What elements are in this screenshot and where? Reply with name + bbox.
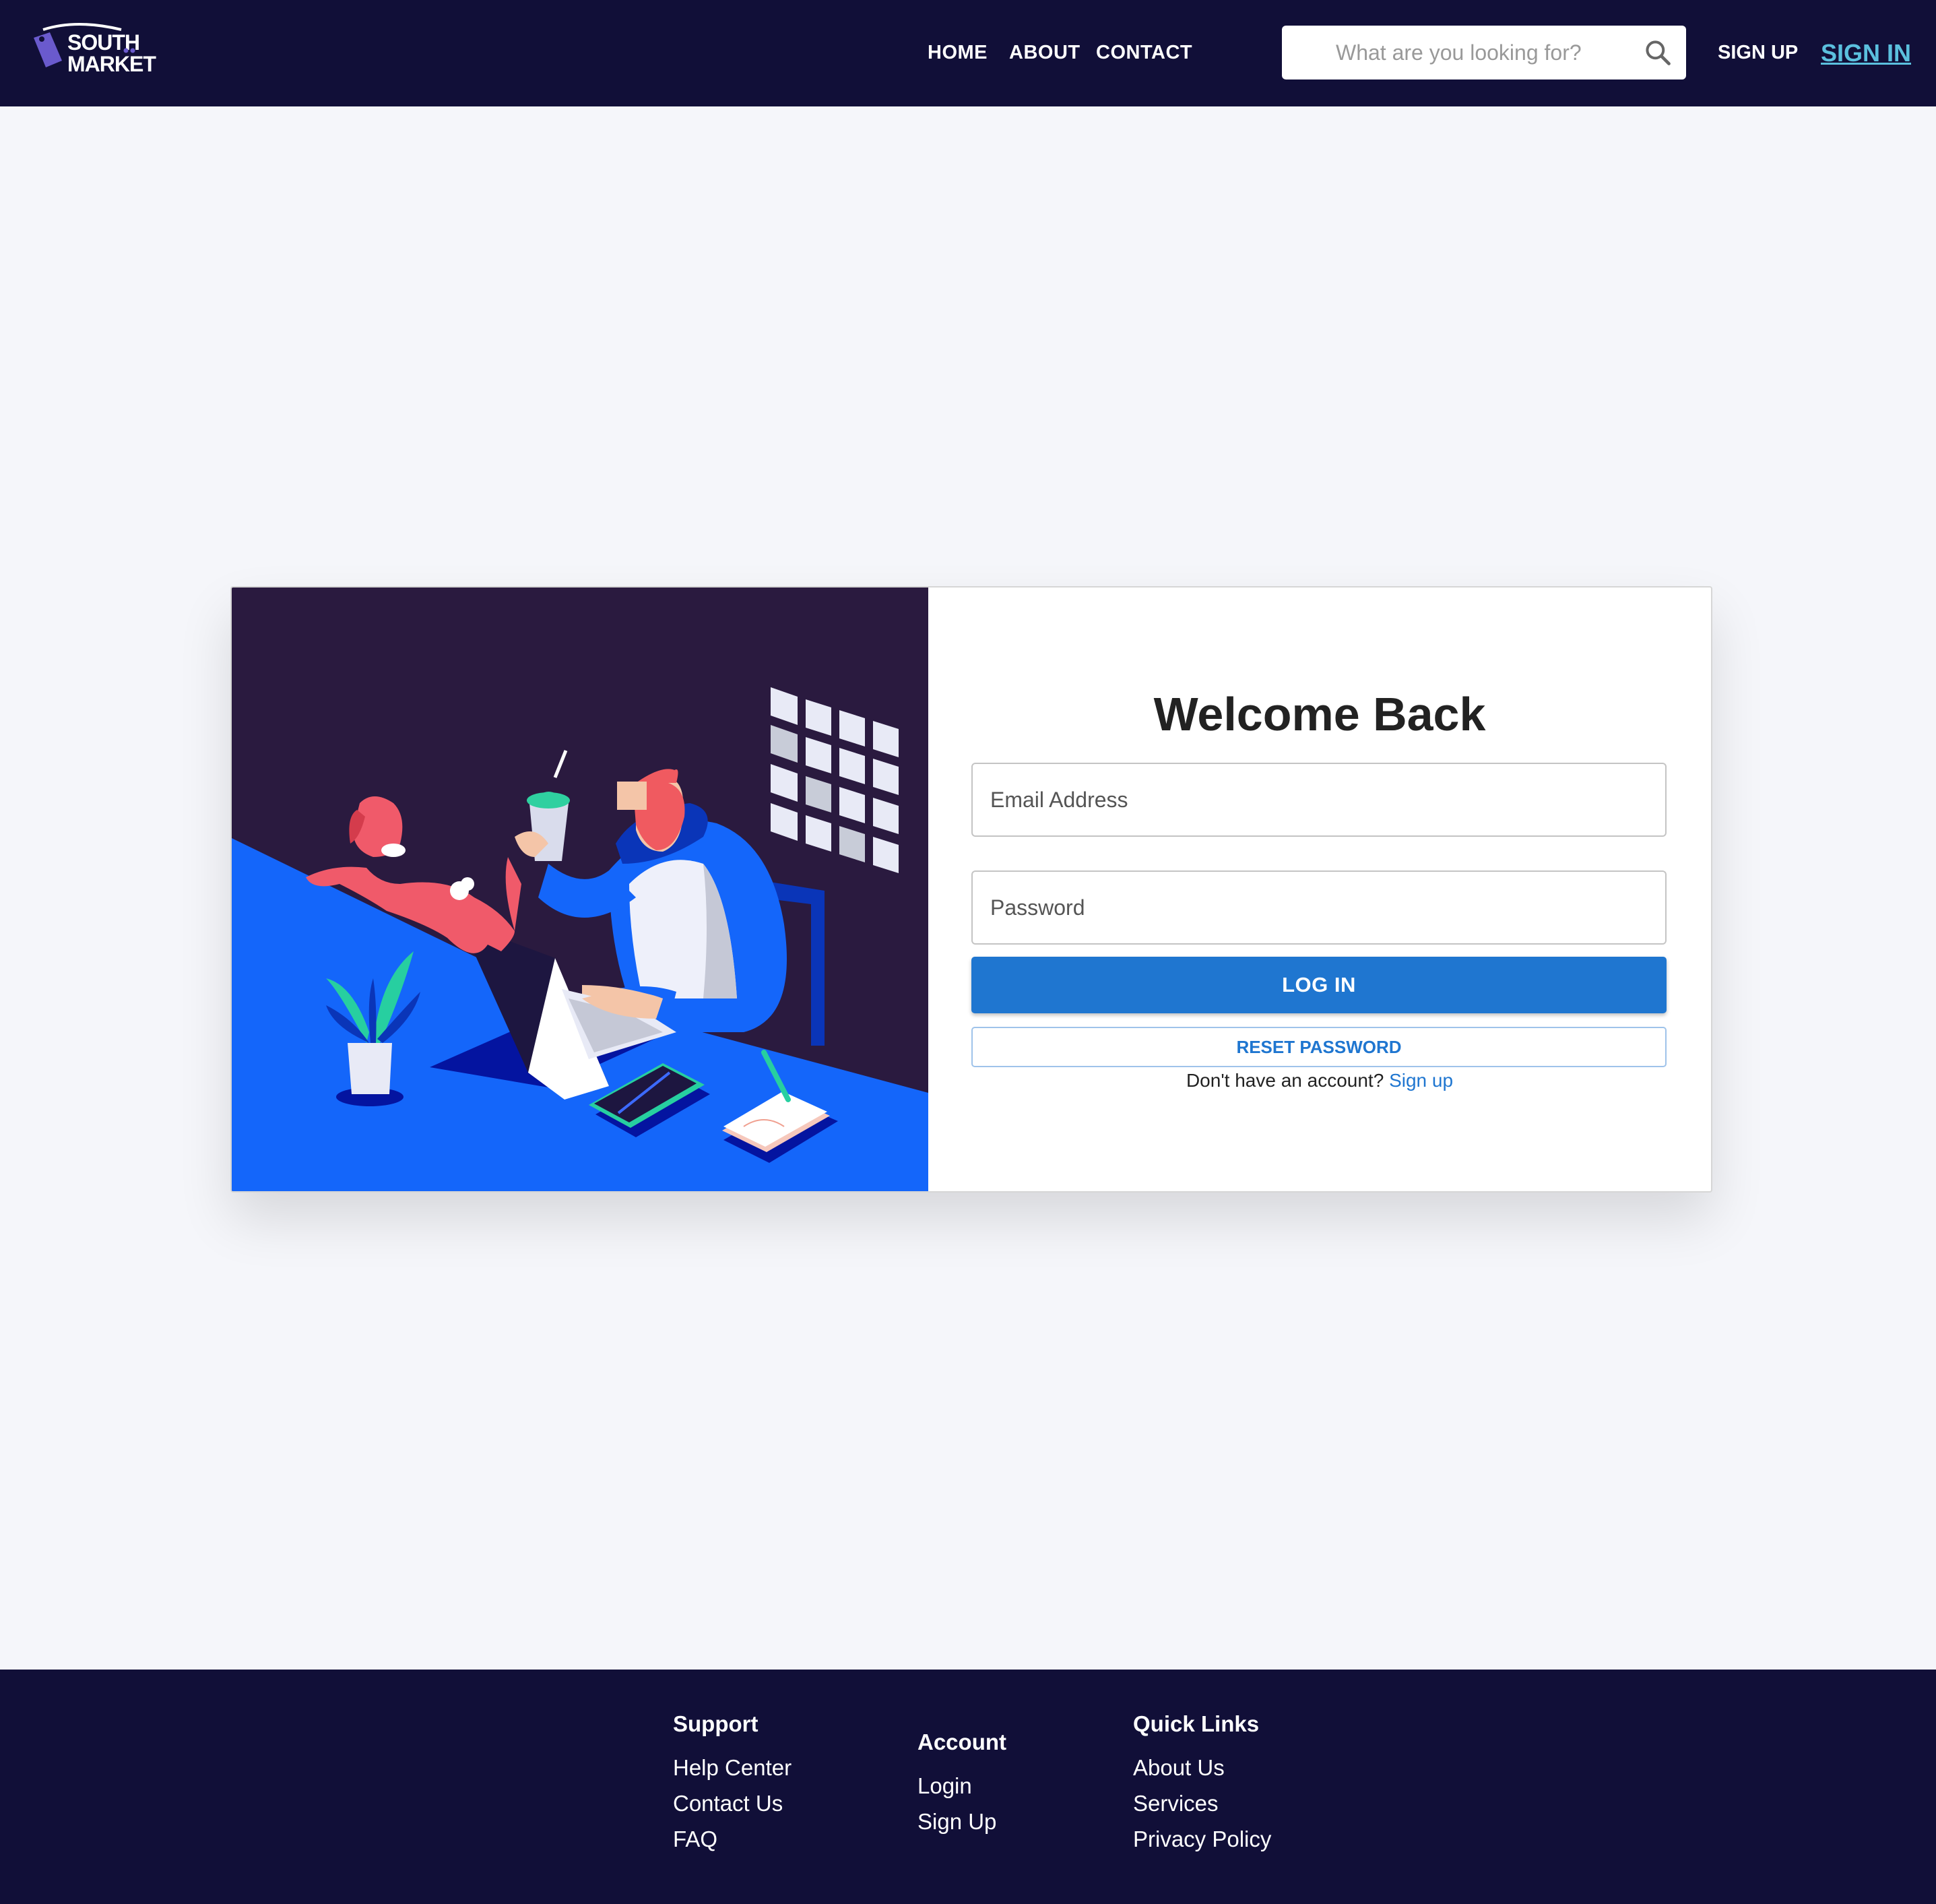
footer-heading: Quick Links [1133, 1711, 1260, 1736]
logo-tag-icon [34, 32, 62, 67]
search-icon[interactable] [1643, 38, 1673, 67]
footer: Support Help Center Contact Us FAQ Accou… [0, 1670, 1936, 1904]
footer-link-sign-up[interactable]: Sign Up [917, 1810, 1006, 1834]
search-input[interactable] [1336, 26, 1619, 80]
top-navbar: SOUTH MARKET HOME ABOUT CONTACT SIGN UP … [0, 0, 1936, 106]
footer-column-account: Account Login Sign Up [917, 1730, 1006, 1845]
footer-link-about-us[interactable]: About Us [1133, 1756, 1271, 1780]
footer-link-privacy-policy[interactable]: Privacy Policy [1133, 1827, 1271, 1851]
nav-contact[interactable]: CONTACT [1096, 42, 1192, 64]
signup-link[interactable]: Sign up [1389, 1070, 1453, 1091]
nav-home[interactable]: HOME [928, 42, 988, 64]
footer-link-contact-us[interactable]: Contact Us [673, 1791, 792, 1816]
logo-cart-wheel-icon [130, 48, 135, 53]
password-field[interactable] [971, 870, 1667, 945]
footer-heading: Support [673, 1711, 759, 1736]
logo-swoosh-icon [42, 23, 122, 31]
footer-column-quick-links: Quick Links About Us Services Privacy Po… [1133, 1711, 1271, 1863]
login-card: Welcome Back LOG IN RESET PASSWORD Don't… [230, 586, 1712, 1193]
email-field[interactable] [971, 763, 1667, 837]
footer-link-faq[interactable]: FAQ [673, 1827, 792, 1851]
footer-column-support: Support Help Center Contact Us FAQ [673, 1711, 792, 1863]
login-form: Welcome Back LOG IN RESET PASSWORD Don't… [928, 588, 1711, 1191]
signup-nav-link[interactable]: SIGN UP [1718, 42, 1798, 64]
logo-text-top: SOUTH [67, 30, 139, 55]
south-market-logo[interactable]: SOUTH MARKET [30, 23, 164, 84]
footer-link-login[interactable]: Login [917, 1774, 1006, 1798]
footer-link-help-center[interactable]: Help Center [673, 1756, 792, 1780]
footer-heading: Account [917, 1730, 1006, 1754]
signup-prompt-text: Don't have an account? [1186, 1070, 1384, 1091]
logo-cart-wheel-icon [123, 48, 129, 53]
login-illustration [232, 588, 928, 1191]
search-box [1282, 26, 1686, 80]
reset-password-button[interactable]: RESET PASSWORD [971, 1027, 1667, 1067]
footer-link-services[interactable]: Services [1133, 1791, 1271, 1816]
nav-about[interactable]: ABOUT [1009, 42, 1080, 64]
login-title: Welcome Back [1153, 688, 1486, 740]
signin-nav-link[interactable]: SIGN IN [1821, 39, 1911, 67]
logo-text-bottom: MARKET [67, 52, 156, 76]
login-button[interactable]: LOG IN [971, 957, 1667, 1013]
signup-prompt: Don't have an account? Sign up [928, 1070, 1711, 1091]
